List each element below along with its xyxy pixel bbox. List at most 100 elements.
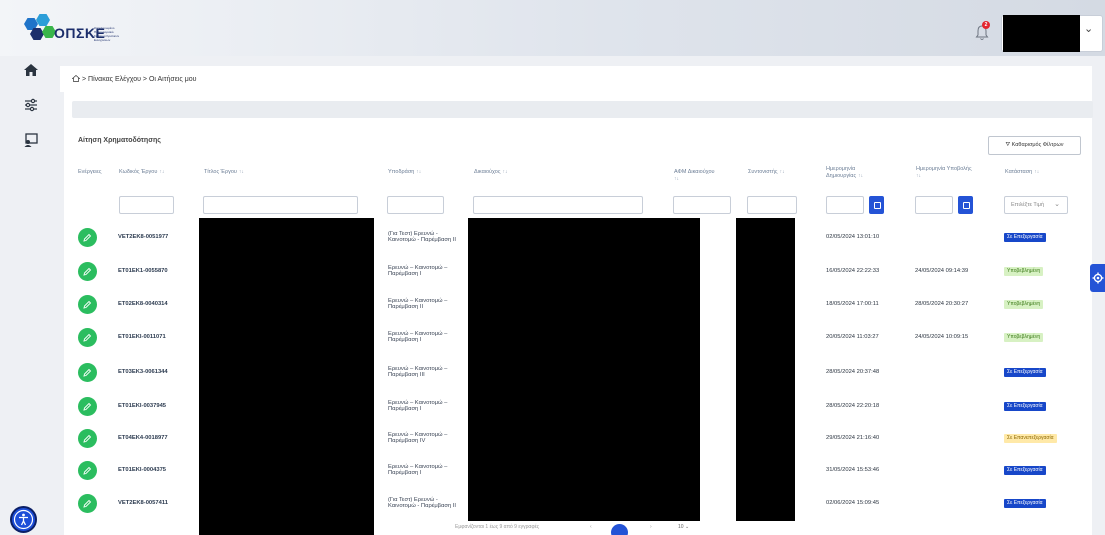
- status-badge: Υποβεβλημένη: [1004, 267, 1044, 276]
- project-code[interactable]: VET2EK8-0057411: [118, 500, 168, 506]
- edit-button[interactable]: [78, 461, 97, 480]
- column-header-actions: Ενέργειες: [78, 169, 102, 175]
- edit-button[interactable]: [78, 397, 97, 416]
- breadcrumb: > Πίνακας Ελέγχου > Οι Αιτήσεις μου: [72, 75, 196, 83]
- accessibility-button[interactable]: [10, 506, 37, 533]
- pencil-icon: [83, 368, 92, 377]
- status-badge: Σε Επεξεργασία: [1004, 402, 1046, 411]
- status-badge: Υποβεβλημένη: [1004, 300, 1044, 309]
- next-page-icon[interactable]: ›: [650, 524, 652, 530]
- edit-button[interactable]: [78, 328, 97, 347]
- created-date-filter-input[interactable]: [826, 196, 864, 214]
- edit-button[interactable]: [78, 295, 97, 314]
- edit-button[interactable]: [78, 494, 97, 513]
- created-date: 31/05/2024 15:53:46: [826, 467, 880, 473]
- project-code[interactable]: ET04EK4-0018977: [118, 435, 168, 441]
- pencil-icon: [83, 434, 92, 443]
- column-header-afm[interactable]: ΑΦΜ Δικαιούχου ↑↓: [674, 169, 734, 183]
- clear-filters-button[interactable]: ⛛ Καθαρισμός Φίλτρων: [988, 136, 1081, 155]
- sort-icon: ↑↓: [502, 169, 508, 175]
- project-code[interactable]: ET01EKI-0004375: [118, 467, 166, 473]
- column-header-status[interactable]: Κατάσταση ↑↓: [1005, 169, 1039, 176]
- pencil-icon: [83, 333, 92, 342]
- pagination-page-current[interactable]: [611, 524, 628, 535]
- page-size-select[interactable]: 10 ⌄: [678, 524, 689, 530]
- beneficiary-filter-input[interactable]: [473, 196, 643, 214]
- notification-count-badge: 2: [982, 21, 990, 29]
- status-filter-select[interactable]: Επιλέξτε Τιμή ⌄: [1004, 196, 1068, 214]
- pencil-icon: [83, 466, 92, 475]
- title-filter-input[interactable]: [203, 196, 358, 214]
- pencil-icon: [83, 300, 92, 309]
- column-header-code[interactable]: Κωδικός Έργου ↑↓: [119, 169, 164, 176]
- home-icon[interactable]: [72, 75, 80, 82]
- pagination-summary: Εμφανίζονται 1 έως 9 από 9 εγγραφές: [455, 524, 540, 530]
- status-badge: Σε Επεξεργασία: [1004, 499, 1046, 508]
- project-code[interactable]: VET2EK8-0051977: [118, 234, 168, 240]
- pencil-icon: [83, 402, 92, 411]
- submitted-date-filter-input[interactable]: [915, 196, 953, 214]
- chevron-down-icon: ⌄: [1054, 201, 1060, 208]
- project-code[interactable]: ET01EKI-0037945: [118, 403, 166, 409]
- action-type: Ερευνώ – Καινοτομώ – Παρέμβαση Ι: [388, 331, 448, 343]
- column-header-title[interactable]: Τίτλος Έργου ↑↓: [204, 169, 244, 176]
- code-filter-input[interactable]: [119, 196, 174, 214]
- afm-filter-input[interactable]: [673, 196, 731, 214]
- accessibility-icon: [13, 509, 34, 530]
- redacted-beneficiaries: [468, 218, 700, 521]
- breadcrumb-bar: [60, 66, 1092, 92]
- action-type: Ερευνώ – Καινοτομώ – Παρέμβαση ΙΙΙ: [388, 366, 448, 378]
- created-date: 16/05/2024 22:22:33: [826, 268, 880, 274]
- sort-icon: ↑↓: [416, 169, 422, 175]
- home-icon[interactable]: [23, 62, 39, 78]
- column-header-submitted[interactable]: Ημερομηνία Υποβολής ↑↓: [916, 166, 996, 180]
- applications-icon[interactable]: [23, 132, 39, 148]
- edit-button[interactable]: [78, 262, 97, 281]
- sort-icon: ↑↓: [858, 173, 864, 179]
- breadcrumb-path[interactable]: > Πίνακας Ελέγχου > Οι Αιτήσεις μου: [82, 76, 196, 83]
- action-type: Ερευνώ – Καινοτομώ – Παρέμβαση Ι: [388, 464, 448, 476]
- gear-icon: [1092, 272, 1104, 284]
- action-type: Ερευνώ – Καινοτομώ – Παρέμβαση Ι: [388, 400, 448, 412]
- created-date: 28/05/2024 22:20:18: [826, 403, 880, 409]
- prev-page-icon[interactable]: ‹: [590, 524, 592, 530]
- status-badge: Σε Επεξεργασία: [1004, 233, 1046, 242]
- settings-tab[interactable]: [1090, 264, 1105, 292]
- chevron-down-icon[interactable]: ⌄: [1084, 22, 1093, 35]
- submitted-date: 28/05/2024 20:30:27: [915, 301, 969, 307]
- submitted-date: 24/05/2024 10:09:15: [915, 334, 969, 340]
- settings-sliders-icon[interactable]: [23, 97, 39, 113]
- created-date: 02/05/2024 13:01:10: [826, 234, 880, 240]
- action-type: Ερευνώ – Καινοτομώ – Παρέμβαση IV: [388, 432, 448, 444]
- column-header-action-type[interactable]: Υποδράση ↑↓: [388, 169, 421, 176]
- column-header-beneficiary[interactable]: Δικαιούχος ↑↓: [474, 169, 508, 176]
- sort-icon: ↑↓: [916, 173, 921, 179]
- opske-logo[interactable]: ΟΠΣΚΕ Ολοκληρωμένο Πληροφοριακό Σύστημα …: [22, 14, 122, 48]
- action-type: Ερευνώ – Καινοτομώ – Παρέμβαση ΙΙ: [388, 298, 448, 310]
- column-header-created[interactable]: Ημερομηνία Δημιουργίας ↑↓: [826, 166, 863, 180]
- pencil-icon: [83, 267, 92, 276]
- created-date: 02/06/2024 15:09:45: [826, 500, 880, 506]
- column-header-coordinator[interactable]: Συντονιστής ↑↓: [748, 169, 785, 176]
- project-code[interactable]: ET03EK3-0061344: [118, 369, 168, 375]
- calendar-icon[interactable]: [869, 196, 884, 214]
- status-filter-placeholder: Επιλέξτε Τιμή: [1011, 202, 1045, 208]
- pencil-icon: [83, 233, 92, 242]
- project-code[interactable]: ET01EK1-0055870: [118, 268, 168, 274]
- redacted-user-name: [1003, 15, 1080, 52]
- calendar-icon[interactable]: [958, 196, 973, 214]
- project-code[interactable]: ET02EK8-0040314: [118, 301, 168, 307]
- redacted-project-titles: [199, 218, 374, 535]
- card-title: Αίτηση Χρηματοδότησης: [78, 137, 161, 144]
- edit-button[interactable]: [78, 429, 97, 448]
- action-type: Ερευνώ – Καινοτομώ – Παρέμβαση Ι: [388, 265, 448, 277]
- coordinator-filter-input[interactable]: [747, 196, 797, 214]
- edit-button[interactable]: [78, 228, 97, 247]
- edit-button[interactable]: [78, 363, 97, 382]
- logo-subtitle: Ολοκληρωμένο Πληροφοριακό Σύστημα Κρατικ…: [94, 26, 120, 42]
- project-code[interactable]: ET01EKI-0011071: [118, 334, 166, 340]
- created-date: 20/05/2024 11:03:27: [826, 334, 879, 340]
- sort-icon: ↑↓: [779, 169, 785, 175]
- action-type-filter-input[interactable]: [387, 196, 444, 214]
- sort-icon: ↑↓: [674, 176, 679, 182]
